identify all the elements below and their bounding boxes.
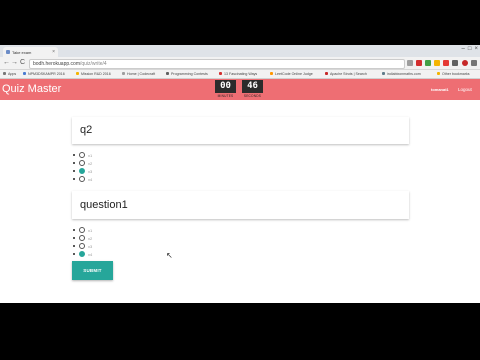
option-label: x4 — [88, 176, 93, 182]
bullet — [73, 229, 75, 231]
bookmark-icon — [270, 72, 273, 75]
extension-icon[interactable] — [434, 60, 440, 66]
bookmark-item[interactable]: Apps — [3, 72, 16, 76]
option-label: x3 — [88, 243, 93, 249]
address-bar[interactable]: bodh.herokuapp.com/quiz/write/4 — [29, 59, 405, 69]
bookmark-icon — [76, 72, 79, 75]
bookmark-item[interactable]: NPM3DSKAMPR 2016 — [23, 72, 65, 76]
bookmark-item[interactable]: LeetCode Online Judge — [270, 72, 313, 76]
question-card: q2 — [72, 117, 409, 144]
option-label: x4 — [88, 251, 93, 257]
browser-tab[interactable]: Take exam × — [3, 47, 58, 57]
mouse-cursor-icon: ↖ — [166, 251, 173, 260]
bookmark-item[interactable]: 13 Fascinating Ways — [219, 72, 257, 76]
countdown-timer: 00 MINUTES 46 SECONDS — [215, 80, 263, 98]
timer-seconds: 46 SECONDS — [242, 80, 263, 98]
bullet — [73, 245, 75, 247]
option-label: x3 — [88, 168, 93, 174]
option-label: x1 — [88, 152, 93, 158]
minimize-icon[interactable]: – — [462, 46, 465, 52]
radio-button[interactable] — [79, 176, 85, 182]
radio-button[interactable] — [79, 235, 85, 241]
logout-link[interactable]: Logout — [458, 87, 472, 92]
extension-icon[interactable] — [416, 60, 422, 66]
folder-icon — [437, 72, 440, 75]
bookmark-icon — [166, 72, 169, 75]
bookmark-icon — [382, 72, 385, 75]
extension-icon[interactable] — [425, 60, 431, 66]
submit-button[interactable]: SUBMIT — [72, 261, 113, 280]
window-controls: – □ × — [462, 46, 478, 52]
question-title: question1 — [80, 199, 128, 211]
bullet — [73, 162, 75, 164]
bookmark-item[interactable]: Programming Contests — [166, 72, 208, 76]
bookmark-item[interactable]: Other bookmarks — [437, 72, 470, 76]
bookmark-icon — [219, 72, 222, 75]
tab-strip: Take exam × – □ × — [0, 45, 480, 57]
radio-button[interactable] — [79, 152, 85, 158]
bookmark-item[interactable]: Apache Struts | Search — [325, 72, 367, 76]
bullet — [73, 237, 75, 239]
option-label: x1 — [88, 227, 93, 233]
url-path: /quiz/write/4 — [79, 61, 107, 67]
radio-button[interactable] — [79, 227, 85, 233]
bullet — [73, 154, 75, 156]
option-label: x2 — [88, 160, 93, 166]
menu-icon[interactable] — [471, 60, 477, 66]
extension-icon[interactable] — [462, 60, 468, 66]
extension-icon[interactable] — [407, 60, 413, 66]
page-icon — [6, 50, 10, 54]
bookmark-item[interactable]: Home | Codecraft — [122, 72, 155, 76]
radio-button-selected[interactable] — [79, 168, 85, 174]
minutes-label: MINUTES — [217, 94, 234, 98]
bookmark-item[interactable]: Mission R&D 2016 — [76, 72, 111, 76]
bullet — [73, 170, 75, 172]
forward-icon[interactable]: → — [11, 59, 18, 66]
username-link[interactable]: tomanat1 — [431, 87, 449, 92]
brand-logo[interactable]: Quiz Master — [2, 83, 61, 95]
reload-icon[interactable]: C — [20, 59, 25, 66]
bookmark-icon — [23, 72, 26, 75]
tab-title: Take exam — [12, 49, 32, 55]
bookmark-item[interactable]: indiabixonmaths.com — [382, 72, 421, 76]
bookmark-icon — [325, 72, 328, 75]
url-host: bodh.herokuapp.com — [33, 61, 80, 67]
apps-icon — [3, 72, 6, 75]
browser-toolbar: ← → C bodh.herokuapp.com/quiz/write/4 — [0, 57, 480, 70]
bullet — [73, 253, 75, 255]
minutes-value: 00 — [215, 80, 236, 93]
maximize-icon[interactable]: □ — [468, 46, 472, 52]
radio-button[interactable] — [79, 243, 85, 249]
bullet — [73, 178, 75, 180]
option-label: x2 — [88, 235, 93, 241]
back-icon[interactable]: ← — [3, 59, 10, 66]
seconds-label: SECONDS — [243, 94, 262, 98]
timer-minutes: 00 MINUTES — [215, 80, 236, 98]
extension-icon[interactable] — [452, 60, 458, 66]
radio-button[interactable] — [79, 160, 85, 166]
close-window-icon[interactable]: × — [474, 46, 478, 52]
app-header: Quiz Master 00 MINUTES 46 SECONDS tomana… — [0, 79, 480, 100]
browser-window: Take exam × – □ × ← → C bodh.herokuapp.c… — [0, 45, 480, 303]
question-title: q2 — [80, 124, 93, 136]
radio-button-selected[interactable] — [79, 251, 85, 257]
bookmarks-bar: Apps NPM3DSKAMPR 2016 Mission R&D 2016 H… — [0, 70, 480, 79]
question-card: question1 — [72, 191, 409, 219]
bookmark-icon — [122, 72, 125, 75]
extension-icon[interactable] — [443, 60, 449, 66]
close-tab-icon[interactable]: × — [52, 49, 55, 55]
seconds-value: 46 — [242, 80, 263, 93]
